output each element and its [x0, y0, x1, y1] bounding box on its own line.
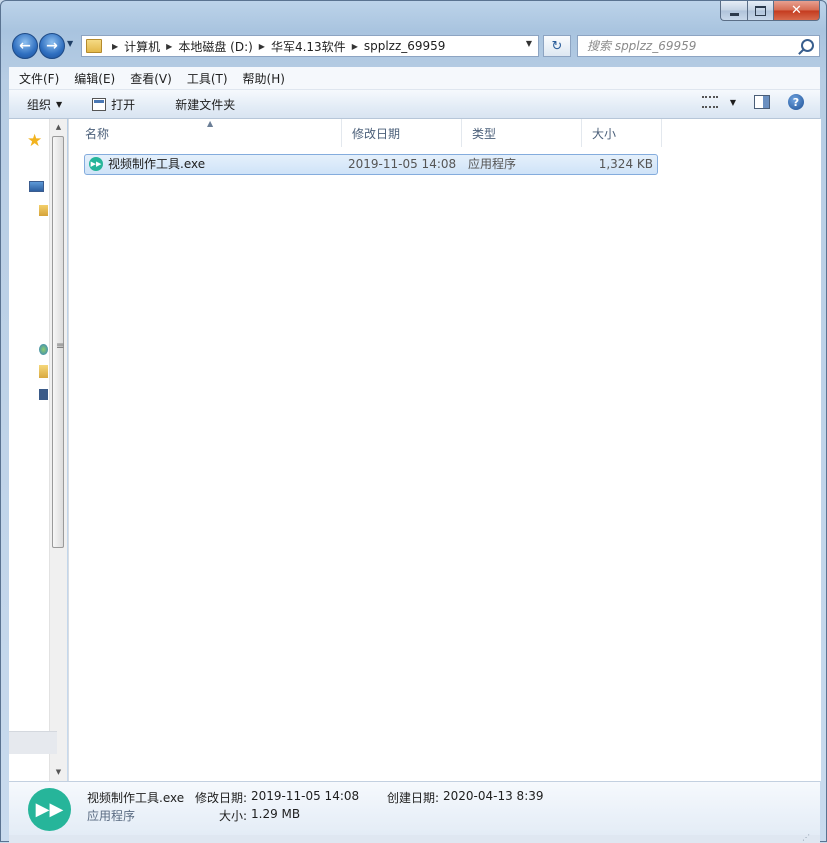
column-modified-label: 修改日期: [352, 126, 401, 141]
file-modified: 2019-11-05 14:08: [348, 157, 457, 171]
homegroup-icon[interactable]: [39, 344, 48, 355]
favorites-star-icon[interactable]: ★: [27, 131, 42, 151]
column-size-label: 大小: [592, 126, 617, 141]
column-header-modified[interactable]: 修改日期: [342, 119, 462, 147]
refresh-button[interactable]: ↻: [543, 35, 571, 57]
window-controls: ✕: [720, 1, 820, 22]
app-play-icon: ▶▶: [89, 157, 103, 171]
breadcrumb-folder[interactable]: 华军4.13软件: [271, 38, 346, 55]
view-options-icon[interactable]: [701, 96, 718, 108]
scroll-down-icon[interactable]: ▼: [50, 764, 67, 781]
breadcrumb: ▶ 计算机 ▶ 本地磁盘 (D:) ▶ 华军4.13软件 ▶ spplzz_69…: [106, 38, 445, 55]
forward-button[interactable]: →: [39, 33, 65, 59]
grip-icon: ≡: [56, 341, 65, 352]
chevron-right-icon[interactable]: ▶: [166, 42, 172, 51]
chevron-right-icon[interactable]: ▶: [112, 42, 118, 51]
chevron-right-icon[interactable]: ▶: [352, 42, 358, 51]
search-input[interactable]: 搜索 spplzz_69959: [577, 35, 820, 57]
chevron-right-icon[interactable]: ▶: [259, 42, 265, 51]
navigation-pane: ★ ▲ ≡ ▼: [9, 119, 67, 781]
back-button[interactable]: ←: [12, 33, 38, 59]
menu-tools[interactable]: 工具(T): [177, 70, 233, 87]
menu-view[interactable]: 查看(V): [120, 70, 177, 87]
menu-edit[interactable]: 编辑(E): [64, 70, 120, 87]
nav-pane-divider: [9, 731, 57, 754]
search-icon[interactable]: [801, 39, 814, 52]
details-size-label: 大小:: [219, 809, 248, 823]
menu-file[interactable]: 文件(F): [9, 70, 64, 87]
refresh-icon: ↻: [551, 38, 563, 54]
folder-icon: [86, 39, 102, 53]
column-header-size[interactable]: 大小: [582, 119, 662, 147]
file-name: 视频制作工具.exe: [108, 157, 206, 171]
details-modified-label: 修改日期:: [195, 791, 248, 805]
address-bar[interactable]: ▶ 计算机 ▶ 本地磁盘 (D:) ▶ 华军4.13软件 ▶ spplzz_69…: [81, 35, 539, 57]
nav-pane-scrollbar[interactable]: ▲ ≡ ▼: [49, 119, 67, 781]
file-list: ▲ 名称 修改日期 类型 大小 ▶▶ 视频制作工具.exe 2019-11-05…: [68, 119, 821, 781]
preview-pane-icon[interactable]: [754, 95, 770, 109]
column-header-name[interactable]: 名称: [75, 119, 342, 147]
menu-bar: 文件(F) 编辑(E) 查看(V) 工具(T) 帮助(H): [9, 67, 820, 90]
breadcrumb-local-disk[interactable]: 本地磁盘 (D:): [178, 38, 252, 55]
explorer-window: ✕ ← → ▼ ▶ 计算机 ▶ 本地磁盘 (D:) ▶ 华军4.13软件 ▶ s…: [0, 0, 827, 843]
column-name-label: 名称: [85, 126, 110, 141]
file-row[interactable]: ▶▶ 视频制作工具.exe 2019-11-05 14:08 应用程序 1,32…: [84, 154, 658, 175]
details-created-label: 创建日期:: [387, 791, 440, 805]
maximize-icon: [755, 5, 766, 16]
close-icon: ✕: [791, 3, 802, 18]
view-controls: ▼ ?: [701, 94, 804, 110]
column-header-type[interactable]: 类型: [462, 119, 582, 147]
forward-arrow-icon: →: [46, 38, 58, 54]
scroll-thumb[interactable]: ≡: [52, 136, 64, 548]
file-type: 应用程序: [468, 157, 517, 171]
minimize-button[interactable]: [720, 1, 747, 21]
command-bar: 组织 ▼ 打开 新建文件夹 ▼ ?: [9, 90, 820, 119]
open-label: 打开: [111, 97, 136, 112]
organize-button[interactable]: 组织 ▼: [27, 96, 62, 113]
recent-pages-dropdown[interactable]: ▼: [67, 39, 77, 51]
open-icon: [92, 97, 107, 111]
resize-grip-icon[interactable]: ⋰: [802, 833, 810, 842]
details-modified-value: 2019-11-05 14:08: [251, 789, 360, 803]
column-type-label: 类型: [472, 126, 497, 141]
new-folder-label: 新建文件夹: [175, 97, 236, 112]
address-dropdown-icon[interactable]: ▼: [526, 39, 532, 48]
back-arrow-icon: ←: [19, 38, 31, 54]
libraries-icon[interactable]: [39, 205, 48, 216]
organize-label: 组织: [27, 97, 52, 112]
minimize-icon: [729, 12, 739, 16]
close-button[interactable]: ✕: [773, 1, 820, 21]
menu-help[interactable]: 帮助(H): [233, 70, 290, 87]
maximize-button[interactable]: [747, 1, 773, 21]
help-icon[interactable]: ?: [788, 94, 804, 110]
new-folder-button[interactable]: 新建文件夹: [175, 96, 235, 113]
file-size: 1,324 KB: [598, 157, 653, 171]
navigation-bar: ← → ▼ ▶ 计算机 ▶ 本地磁盘 (D:) ▶ 华军4.13软件 ▶ spp…: [9, 33, 820, 59]
breadcrumb-computer[interactable]: 计算机: [124, 38, 160, 55]
open-button[interactable]: 打开: [92, 96, 135, 113]
search-placeholder: 搜索 spplzz_69959: [587, 39, 697, 53]
details-file-name: 视频制作工具.exe: [87, 791, 185, 805]
desktop-icon[interactable]: [29, 181, 44, 192]
view-dropdown-icon[interactable]: ▼: [730, 98, 736, 107]
network-icon[interactable]: [39, 389, 48, 400]
scroll-up-icon[interactable]: ▲: [50, 119, 67, 136]
details-file-type: 应用程序: [87, 809, 136, 823]
details-created-value: 2020-04-13 8:39: [443, 789, 544, 803]
details-size-value: 1.29 MB: [251, 807, 301, 821]
chevron-down-icon: ▼: [56, 99, 63, 109]
app-play-icon-large: ▶▶: [28, 788, 71, 831]
folder-icon[interactable]: [39, 365, 48, 378]
details-pane: ▶▶ 视频制作工具.exe 应用程序 修改日期: 2019-11-05 14:0…: [9, 781, 820, 836]
breadcrumb-current[interactable]: spplzz_69959: [364, 39, 446, 53]
